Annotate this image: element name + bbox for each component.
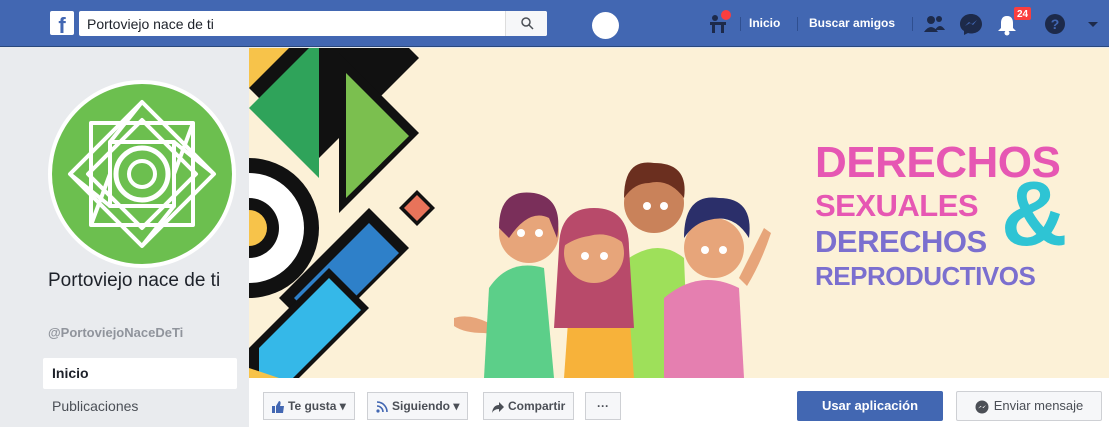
send-message-button[interactable]: Enviar mensaje	[956, 391, 1102, 421]
search-input[interactable]	[79, 11, 505, 36]
like-dropdown-caret-icon: ▾	[339, 399, 346, 413]
messenger-icon[interactable]	[957, 10, 985, 38]
facebook-logo-icon[interactable]: f	[50, 11, 74, 35]
search-button[interactable]	[505, 11, 547, 36]
sidebar-item-home[interactable]: Inicio	[43, 358, 237, 389]
nav-find-friends-link[interactable]: Buscar amigos	[809, 16, 895, 30]
nav-home-link[interactable]: Inicio	[749, 16, 780, 30]
page-name: Portoviejo nace de ti	[48, 270, 221, 291]
cover-title-line-3: DERECHOS	[815, 224, 987, 259]
svg-text:?: ?	[1051, 16, 1060, 32]
create-page-icon[interactable]	[707, 10, 735, 38]
thumbs-up-icon	[272, 400, 284, 413]
share-arrow-icon	[492, 401, 504, 413]
page-profile-picture[interactable]	[48, 80, 236, 268]
portoviejo-logo-icon	[52, 84, 232, 264]
messenger-icon	[975, 400, 989, 414]
friend-requests-icon[interactable]	[921, 10, 949, 38]
page-handle[interactable]: @PortoviejoNaceDeTi	[48, 325, 183, 340]
share-label: Compartir	[508, 399, 566, 413]
like-label: Te gusta	[288, 399, 337, 413]
cover-title-line-2: SEXUALES	[815, 188, 979, 223]
share-button[interactable]: Compartir	[483, 392, 575, 420]
send-message-label: Enviar mensaje	[993, 398, 1084, 413]
young-people-illustration	[454, 162, 771, 378]
cover-title-line-4: REPRODUCTIVOS	[815, 261, 1036, 291]
cover-photo[interactable]: DERECHOS SEXUALES DERECHOS REPRODUCTIVOS…	[249, 48, 1109, 378]
user-avatar[interactable]	[592, 12, 619, 39]
nav-divider	[740, 17, 741, 31]
following-label: Siguiendo	[392, 399, 450, 413]
page-action-bar: Te gusta ▾ Siguiendo ▾ Compartir ··· Usa…	[249, 378, 1109, 427]
nav-divider	[912, 17, 913, 31]
like-button[interactable]: Te gusta ▾	[263, 392, 355, 420]
search-box	[79, 11, 547, 36]
sidebar-item-posts[interactable]: Publicaciones	[43, 391, 237, 422]
page-sidebar: Portoviejo nace de ti @PortoviejoNaceDeT…	[0, 48, 249, 427]
use-app-button[interactable]: Usar aplicación	[797, 391, 943, 421]
rss-follow-icon	[376, 401, 388, 413]
following-dropdown-caret-icon: ▾	[453, 399, 460, 413]
notification-count-badge: 24	[1013, 6, 1033, 21]
more-options-button[interactable]: ···	[585, 392, 621, 420]
cover-ampersand: &	[1001, 163, 1068, 265]
following-button[interactable]: Siguiendo ▾	[367, 392, 469, 420]
help-icon[interactable]: ?	[1041, 10, 1069, 38]
geometric-pattern-illustration	[249, 48, 469, 378]
search-icon	[521, 17, 534, 30]
account-menu-caret-icon[interactable]	[1079, 10, 1107, 38]
nav-divider	[797, 17, 798, 31]
top-navigation-bar: f Inicio Buscar amigos 24 ?	[0, 0, 1109, 47]
